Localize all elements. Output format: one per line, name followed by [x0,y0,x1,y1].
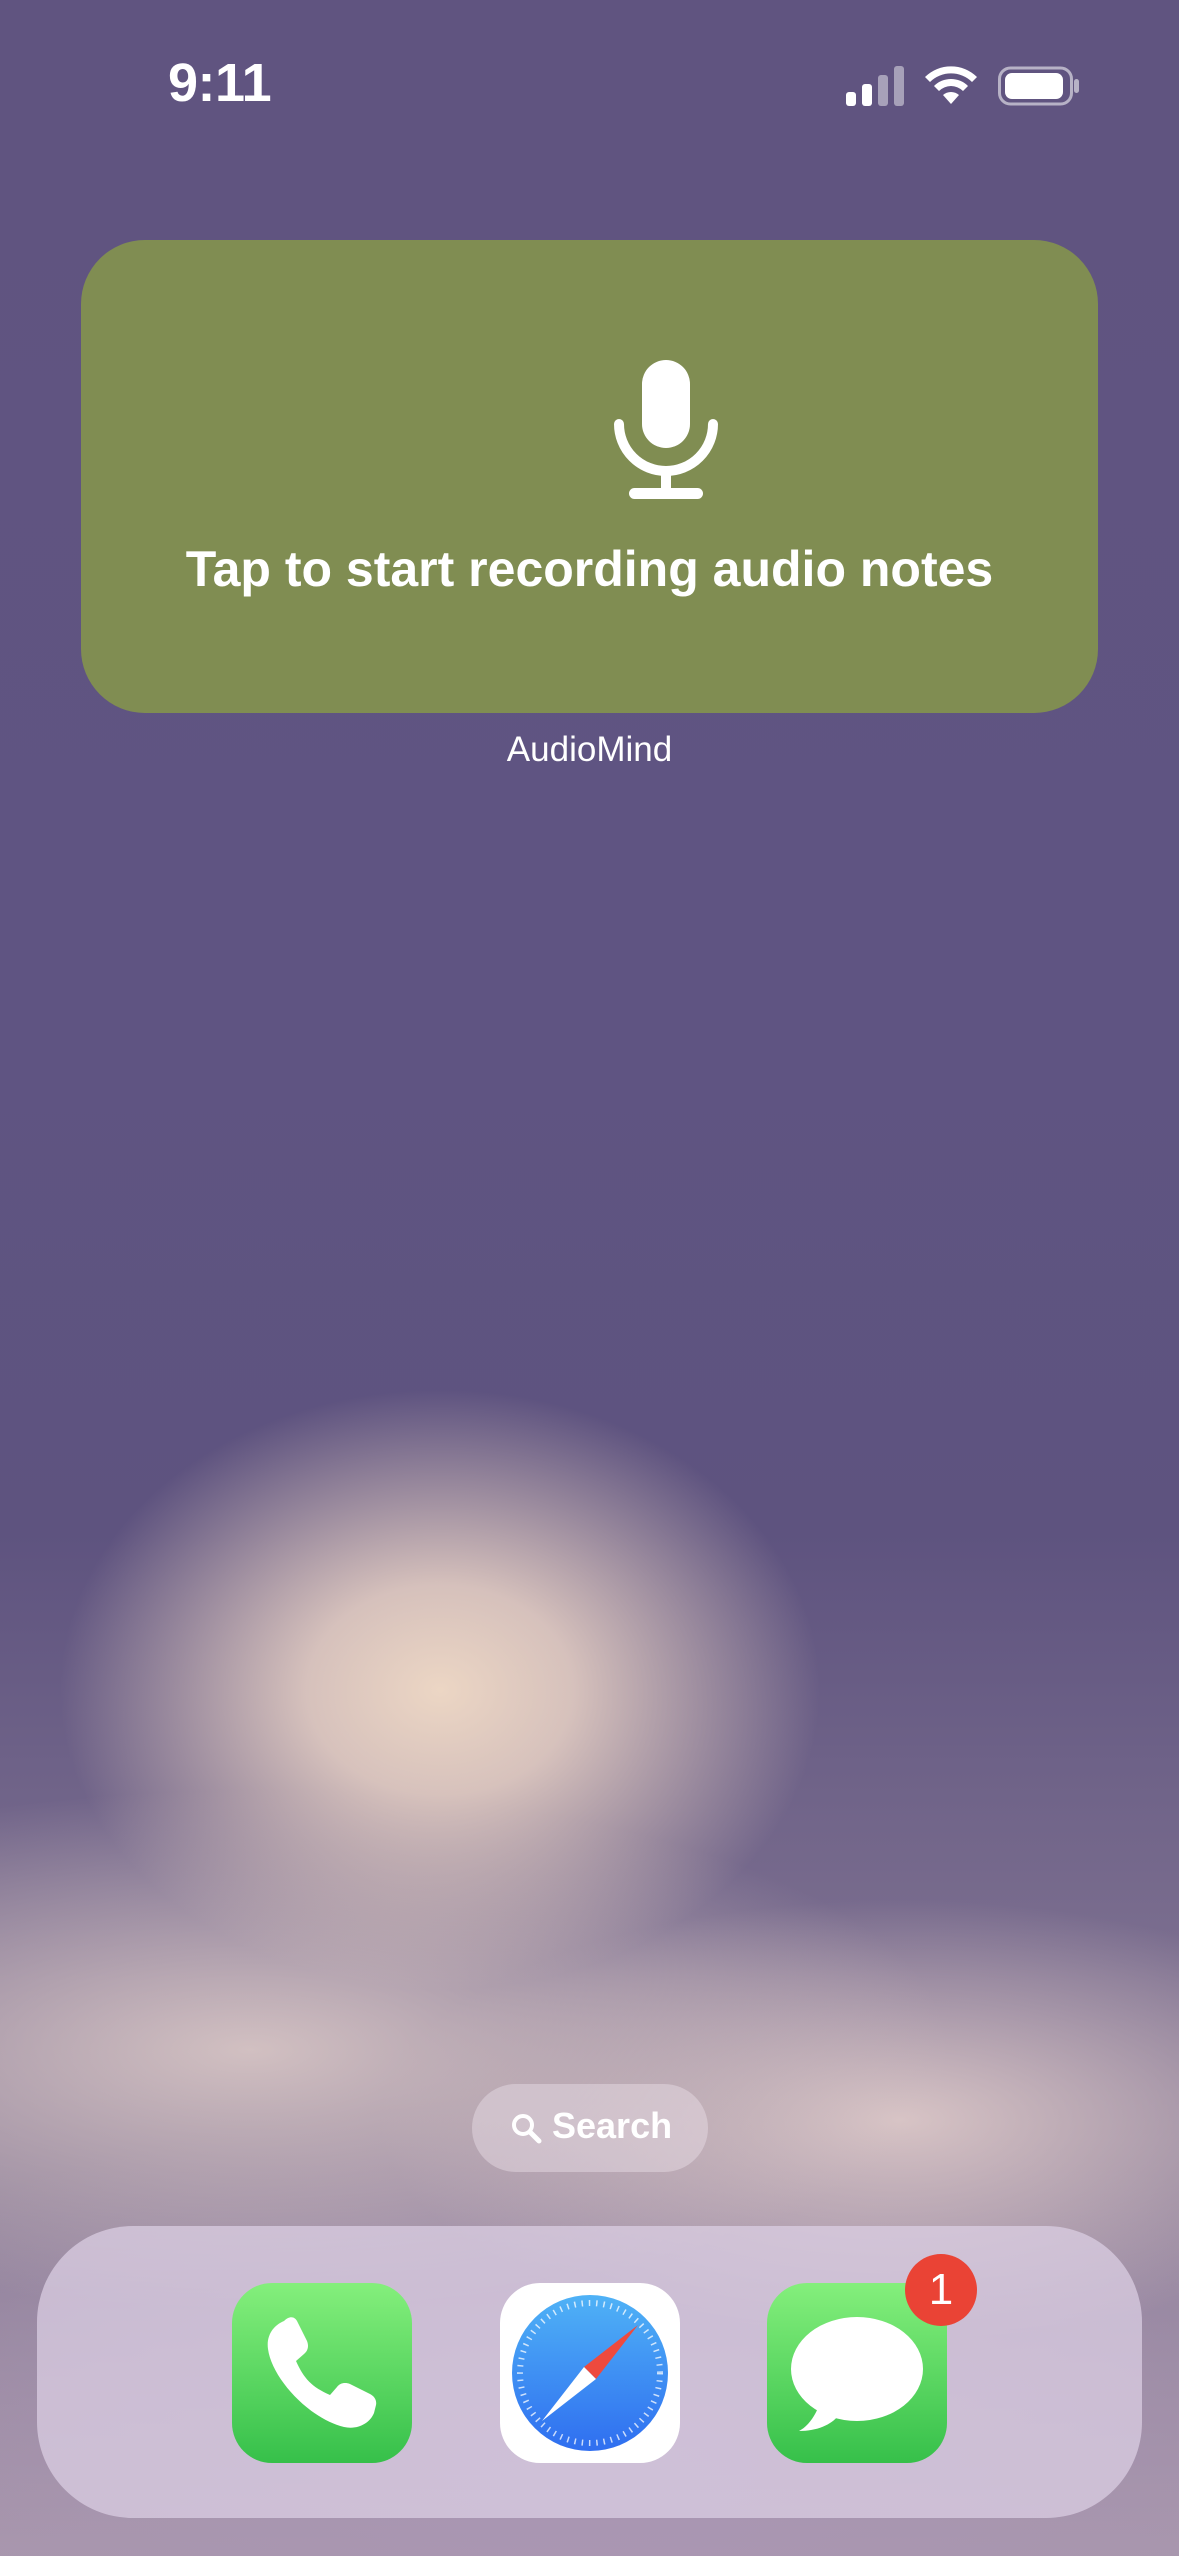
status-time: 9:11 [168,53,272,113]
phone-icon [267,2317,377,2428]
widget-prompt-text: Tap to start recording audio notes [185,541,994,597]
audiomind-widget[interactable]: Tap to start recording audio notes [81,240,1098,713]
safari-compass-icon [512,2295,668,2451]
spotlight-search-button[interactable]: Search [472,2084,708,2172]
signal-icon [846,66,904,106]
search-label: Search [552,2105,673,2146]
messages-notification-badge: 1 [905,2254,977,2326]
dock-app-safari[interactable] [500,2283,680,2463]
search-icon [512,2114,542,2144]
status-bar: 9:11 [0,0,1179,170]
microphone-icon [614,360,718,499]
battery-icon [998,66,1079,106]
widget-app-label: AudioMind [506,730,673,769]
dock-app-phone[interactable] [232,2283,412,2463]
wifi-icon [925,66,977,104]
dock: 1 [37,2226,1142,2518]
